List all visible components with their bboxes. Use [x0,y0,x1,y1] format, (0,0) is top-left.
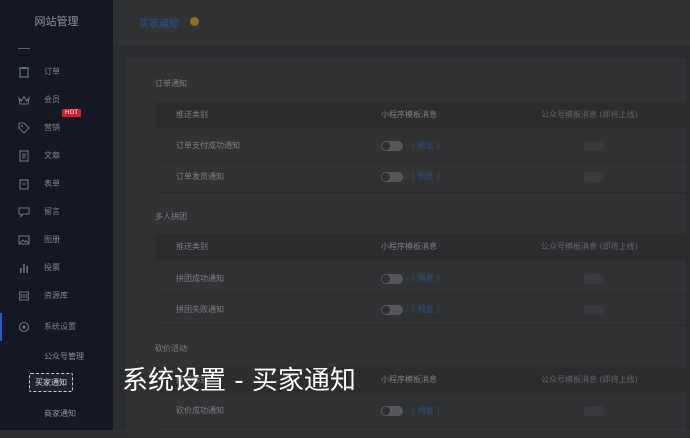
sidebar-item-label: 表单 [44,179,60,188]
official-account-toggle [583,406,605,416]
table-row: 拼团失败通知 [ 预览 ] [156,295,690,326]
row-label: 订单支付成功通知 [176,141,240,150]
sidebar-item-label: 投票 [44,263,60,272]
sidebar-item-marketing[interactable]: 营销 HOT [0,109,113,142]
section-title: 订单通知 [155,79,187,88]
document-icon [19,150,29,162]
clipboard-icon [19,67,29,78]
row-label: 订单发货通知 [176,172,224,181]
hot-badge: HOT [62,109,81,117]
sidebar-item-forms[interactable]: 表单 [0,170,113,198]
section-title: 砍价活动 [155,344,187,353]
sidebar-item-votes[interactable]: 投票 [0,254,113,282]
mini-program-toggle[interactable] [381,305,403,315]
mini-program-toggle[interactable] [381,274,403,284]
overlay-caption: 系统设置 - 买家通知 [122,366,356,396]
coin-icon [190,17,199,26]
form-icon [19,179,29,190]
sidebar-item-resources[interactable]: 资源库 [0,282,113,310]
official-account-toggle [583,274,605,284]
sidebar-item-label: 留言 [44,207,60,216]
image-icon [18,235,30,245]
column-mini-program: 小程序模板消息 [381,242,437,251]
preview-link[interactable]: [ 预览 ] [412,162,439,192]
mini-program-toggle[interactable] [381,141,403,151]
message-icon [18,207,30,218]
collapsed-menu-item [18,44,30,49]
subnav-merchant-notice[interactable]: 商家通知 [44,408,76,419]
column-official-account: 公众号模板消息 (即将上线) [541,375,638,384]
breadcrumb: 买家通知 [139,19,179,30]
bar-chart-icon [20,264,28,273]
column-official-account: 公众号模板消息 (即将上线) [541,242,638,251]
tag-icon [18,122,30,134]
sidebar: 网站管理 订单 会员 营销 HOT 文章 表单 留言 图册 投票 资源库 系统设 [0,0,113,430]
column-mini-program: 小程序模板消息 [381,110,437,119]
mini-program-toggle[interactable] [381,406,403,416]
row-label: 砍价成功通知 [176,406,224,415]
preview-link[interactable]: [ 预览 ] [412,264,439,294]
sidebar-item-label: 图册 [44,235,60,244]
active-indicator [0,313,2,341]
preview-link[interactable]: [ 预览 ] [412,295,439,325]
sidebar-item-system-settings[interactable]: 系统设置 [0,313,113,341]
preview-link[interactable]: [ 预览 ] [412,131,439,161]
table-row: 拼团成功通知 [ 预览 ] [156,264,690,295]
subnav-buyer-notice[interactable]: 买家通知 [29,373,73,392]
column-type: 推送类别 [176,242,208,251]
sidebar-item-orders[interactable]: 订单 [0,58,113,86]
mini-program-toggle[interactable] [381,172,403,182]
preview-link[interactable]: [ 预览 ] [412,396,439,426]
sidebar-item-articles[interactable]: 文章 [0,142,113,170]
table-row: 订单支付成功通知 [ 预览 ] [156,131,690,162]
subnav-official-account[interactable]: 公众号管理 [44,351,84,362]
site-title: 网站管理 [34,15,79,28]
row-label: 拼团成功通知 [176,274,224,283]
top-bar: 买家通知 [113,0,690,45]
sidebar-item-members[interactable]: 会员 [0,86,113,114]
official-account-toggle [583,305,605,315]
column-type: 推送类别 [176,110,208,119]
official-account-toggle [583,141,605,151]
column-official-account: 公众号模板消息 (即将上线) [541,110,638,119]
section-title: 多人拼团 [155,212,187,221]
crown-icon [18,95,30,105]
column-mini-program: 小程序模板消息 [381,375,437,384]
official-account-toggle [583,172,605,182]
sidebar-item-label: 订单 [44,67,60,76]
table-row: 砍价成功通知 [ 预览 ] [156,396,690,427]
row-label: 拼团失败通知 [176,305,224,314]
sidebar-item-albums[interactable]: 图册 [0,226,113,254]
sidebar-item-label: 营销 [44,123,60,132]
sidebar-item-label: 系统设置 [44,322,76,331]
sidebar-item-label: 文章 [44,151,60,160]
settings-icon [18,321,30,333]
sidebar-item-messages[interactable]: 留言 [0,198,113,226]
sidebar-item-label: 会员 [44,95,60,104]
table-header: 推送类别 小程序模板消息 公众号模板消息 (即将上线) [156,102,690,128]
sidebar-item-label: 资源库 [44,291,68,300]
table-row: 订单发货通知 [ 预览 ] [156,162,690,193]
database-icon [19,291,29,301]
table-header: 推送类别 小程序模板消息 公众号模板消息 (即将上线) [156,234,690,260]
